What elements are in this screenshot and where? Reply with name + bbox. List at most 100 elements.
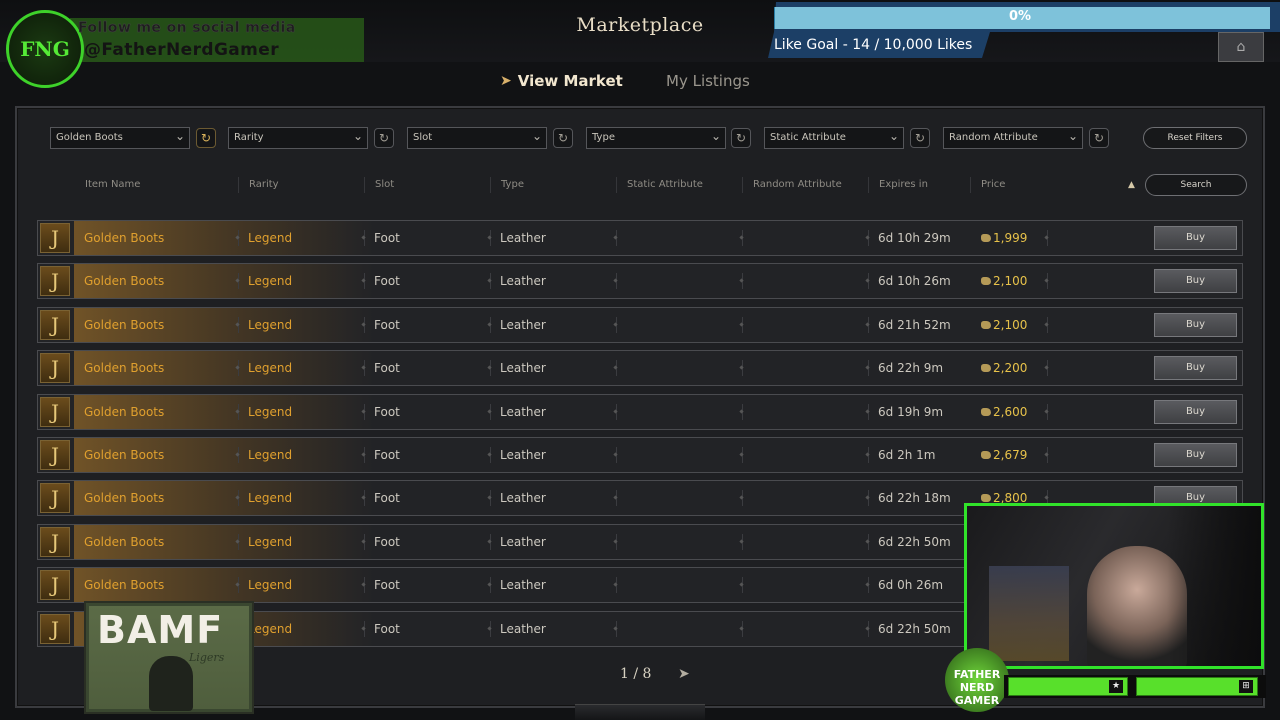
refresh-icon[interactable]: ↻: [910, 128, 930, 148]
item-rarity: Legend: [248, 361, 293, 376]
type-filter-select[interactable]: Type ⌄: [586, 127, 726, 149]
cell-divider: [868, 490, 869, 507]
cell-divider: [868, 577, 869, 594]
table-row[interactable]: J Golden Boots Legend Foot Leather 6d 19h 9m 2…: [37, 393, 1243, 430]
item-type: Leather: [500, 491, 546, 506]
item-expires: 6d 22h 18m: [878, 491, 951, 506]
controller-icon[interactable]: ⌂: [1218, 32, 1264, 62]
badge-title: BAMF: [97, 608, 224, 652]
coin-icon: [981, 494, 991, 503]
chevron-down-icon: ⌄: [888, 129, 899, 143]
refresh-icon[interactable]: ↻: [553, 128, 573, 148]
coin-icon: [981, 407, 991, 416]
random-attribute-filter-value: Random Attribute: [949, 132, 1038, 143]
col-rarity[interactable]: Rarity: [249, 179, 279, 190]
webcam-background-shelf: [989, 566, 1069, 661]
column-divider: [616, 177, 617, 193]
cell-divider: [1047, 403, 1048, 420]
item-price: 2,100: [981, 318, 1027, 332]
cell-divider: [868, 620, 869, 637]
item-slot: Foot: [374, 534, 400, 549]
item-price: 1,999: [981, 231, 1027, 245]
social-handle: @FatherNerdGamer: [84, 40, 279, 60]
item-price: 2,100: [981, 274, 1027, 288]
webcam-shadow: [1167, 506, 1261, 666]
page-title: Marketplace: [576, 14, 704, 36]
buy-button[interactable]: Buy: [1154, 399, 1237, 424]
item-rarity: Legend: [248, 317, 293, 332]
bamf-badge: BAMF Ligers: [86, 603, 252, 712]
column-divider: [364, 177, 365, 193]
item-rarity: Legend: [248, 404, 293, 419]
cell-divider: [742, 620, 743, 637]
next-page-icon[interactable]: ➤: [678, 666, 690, 682]
table-row[interactable]: J Golden Boots Legend Foot Leather 6d 21h 52m…: [37, 306, 1243, 343]
item-type: Leather: [500, 274, 546, 289]
type-filter-value: Type: [592, 132, 615, 143]
cell-divider: [238, 577, 239, 594]
item-slot: Foot: [374, 404, 400, 419]
item-name: Golden Boots: [84, 534, 165, 549]
buy-button[interactable]: Buy: [1154, 443, 1237, 467]
search-button[interactable]: Search: [1145, 174, 1247, 196]
cell-divider: [490, 316, 491, 333]
item-name: Golden Boots: [84, 317, 165, 332]
item-slot: Foot: [374, 621, 400, 636]
cell-divider: [238, 230, 239, 246]
col-expires[interactable]: Expires in: [879, 179, 928, 190]
static-attribute-filter-select[interactable]: Static Attribute ⌄: [764, 127, 904, 149]
tab-view-market[interactable]: ➤ View Market: [500, 70, 623, 92]
table-row[interactable]: J Golden Boots Legend Foot Leather 6d 10h 26m…: [37, 263, 1243, 300]
random-attribute-filter-select[interactable]: Random Attribute ⌄: [943, 127, 1083, 149]
buy-button[interactable]: Buy: [1154, 312, 1237, 337]
item-price: 2,200: [981, 361, 1027, 375]
col-random-attribute[interactable]: Random Attribute: [753, 179, 842, 190]
chevron-down-icon: ⌄: [710, 129, 721, 143]
table-row[interactable]: J Golden Boots Legend Foot Leather 6d 22h 9m 2…: [37, 350, 1243, 387]
rarity-filter-select[interactable]: Rarity ⌄: [228, 127, 368, 149]
col-price[interactable]: Price: [981, 179, 1005, 190]
cell-divider: [1047, 316, 1048, 333]
refresh-icon[interactable]: ↻: [374, 128, 394, 148]
cell-divider: [490, 490, 491, 507]
refresh-icon[interactable]: ↻: [1089, 128, 1109, 148]
buy-button[interactable]: Buy: [1154, 269, 1237, 294]
cell-divider: [1047, 273, 1048, 290]
cell-divider: [364, 316, 365, 333]
item-slot: Foot: [374, 317, 400, 332]
cell-divider: [364, 490, 365, 507]
tab-label: View Market: [517, 72, 623, 90]
cell-divider: [364, 230, 365, 246]
table-row[interactable]: J Golden Boots Legend Foot Leather 6d 2h 1m 2,…: [37, 437, 1243, 473]
refresh-icon[interactable]: ↻: [196, 128, 216, 148]
sort-asc-icon[interactable]: ▲: [1128, 180, 1135, 190]
refresh-icon[interactable]: ↻: [731, 128, 751, 148]
col-slot[interactable]: Slot: [375, 179, 394, 190]
item-rarity: Legend: [248, 534, 293, 549]
tab-my-listings[interactable]: My Listings: [666, 72, 750, 90]
item-expires: 6d 2h 1m: [878, 448, 936, 462]
cell-divider: [238, 403, 239, 420]
col-static-attribute[interactable]: Static Attribute: [627, 179, 703, 190]
col-item-name[interactable]: Item Name: [85, 179, 140, 190]
buy-button[interactable]: Buy: [1154, 226, 1237, 250]
col-type[interactable]: Type: [501, 179, 524, 190]
cell-divider: [742, 447, 743, 463]
item-slot: Foot: [374, 361, 400, 376]
social-overlay: FNG Follow me on social media @FatherNer…: [0, 0, 364, 100]
table-row[interactable]: J Golden Boots Legend Foot Leather 6d 10h 29m…: [37, 220, 1243, 256]
column-divider: [742, 177, 743, 193]
item-filter-select[interactable]: Golden Boots ⌄: [50, 127, 190, 149]
page-indicator: 1 / 8: [620, 666, 652, 682]
cell-divider: [868, 447, 869, 463]
buy-button[interactable]: Buy: [1154, 356, 1237, 381]
cell-divider: [868, 316, 869, 333]
reset-filters-button[interactable]: Reset Filters: [1143, 127, 1247, 149]
item-slot: Foot: [374, 448, 400, 462]
channel-logo: FNG: [6, 10, 84, 88]
star-icon: ★: [1109, 680, 1123, 693]
chevron-down-icon: ⌄: [352, 129, 363, 143]
price-value: 2,200: [993, 361, 1028, 376]
boots-icon: J: [40, 613, 70, 644]
slot-filter-select[interactable]: Slot ⌄: [407, 127, 547, 149]
